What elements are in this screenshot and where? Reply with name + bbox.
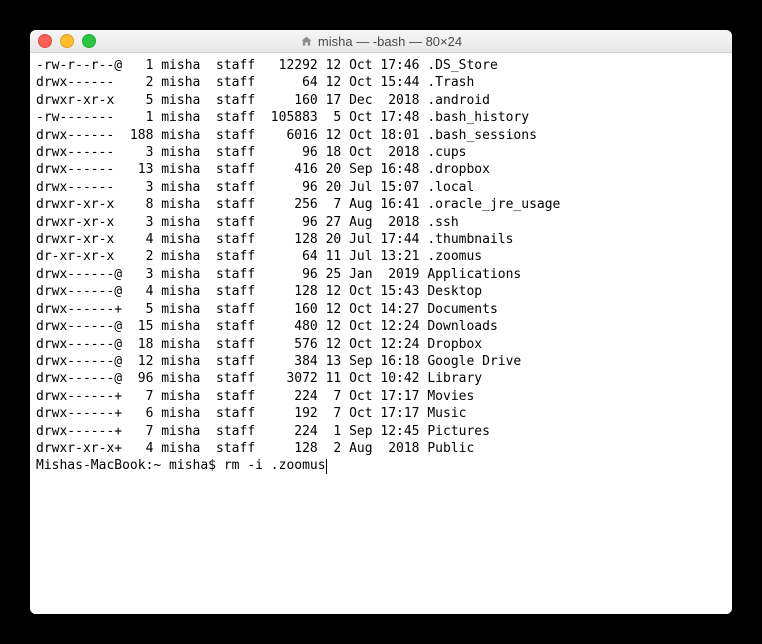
listing-row: drwxr-xr-x 8 misha staff 256 7 Aug 16:41… (36, 196, 726, 213)
window-title: misha — -bash — 80×24 (30, 34, 732, 49)
listing-row: drwx------ 13 misha staff 416 20 Sep 16:… (36, 161, 726, 178)
home-icon (300, 35, 313, 48)
listing-row: drwx------+ 6 misha staff 192 7 Oct 17:1… (36, 405, 726, 422)
listing-row: drwx------@ 3 misha staff 96 25 Jan 2019… (36, 266, 726, 283)
terminal-content[interactable]: -rw-r--r--@ 1 misha staff 12292 12 Oct 1… (30, 53, 732, 614)
listing-row: drwx------+ 7 misha staff 224 1 Sep 12:4… (36, 423, 726, 440)
listing-row: drwx------@ 4 misha staff 128 12 Oct 15:… (36, 283, 726, 300)
close-button[interactable] (38, 34, 52, 48)
terminal-window: misha — -bash — 80×24 -rw-r--r--@ 1 mish… (30, 30, 732, 614)
listing-row: drwx------ 2 misha staff 64 12 Oct 15:44… (36, 74, 726, 91)
listing-row: drwxr-xr-x 3 misha staff 96 27 Aug 2018 … (36, 214, 726, 231)
cursor (326, 459, 327, 474)
minimize-button[interactable] (60, 34, 74, 48)
listing-row: drwx------ 3 misha staff 96 20 Jul 15:07… (36, 179, 726, 196)
listing-row: -rw------- 1 misha staff 105883 5 Oct 17… (36, 109, 726, 126)
listing-row: drwx------@ 15 misha staff 480 12 Oct 12… (36, 318, 726, 335)
listing-row: -rw-r--r--@ 1 misha staff 12292 12 Oct 1… (36, 57, 726, 74)
listing-row: drwxr-xr-x+ 4 misha staff 128 2 Aug 2018… (36, 440, 726, 457)
listing-row: drwx------+ 5 misha staff 160 12 Oct 14:… (36, 301, 726, 318)
listing-row: drwxr-xr-x 5 misha staff 160 17 Dec 2018… (36, 92, 726, 109)
listing-row: drwx------+ 7 misha staff 224 7 Oct 17:1… (36, 388, 726, 405)
zoom-button[interactable] (82, 34, 96, 48)
prompt-prefix: Mishas-MacBook:~ misha$ (36, 457, 224, 474)
listing-row: drwx------ 188 misha staff 6016 12 Oct 1… (36, 127, 726, 144)
command-input[interactable]: rm -i .zoomus (224, 457, 326, 474)
titlebar[interactable]: misha — -bash — 80×24 (30, 30, 732, 53)
listing-row: drwx------ 3 misha staff 96 18 Oct 2018 … (36, 144, 726, 161)
listing-row: drwx------@ 96 misha staff 3072 11 Oct 1… (36, 370, 726, 387)
prompt-line[interactable]: Mishas-MacBook:~ misha$ rm -i .zoomus (36, 457, 726, 474)
listing-row: drwx------@ 12 misha staff 384 13 Sep 16… (36, 353, 726, 370)
listing-row: dr-xr-xr-x 2 misha staff 64 11 Jul 13:21… (36, 248, 726, 265)
listing-row: drwx------@ 18 misha staff 576 12 Oct 12… (36, 336, 726, 353)
listing-row: drwxr-xr-x 4 misha staff 128 20 Jul 17:4… (36, 231, 726, 248)
window-title-text: misha — -bash — 80×24 (318, 34, 462, 49)
traffic-lights (38, 34, 96, 48)
